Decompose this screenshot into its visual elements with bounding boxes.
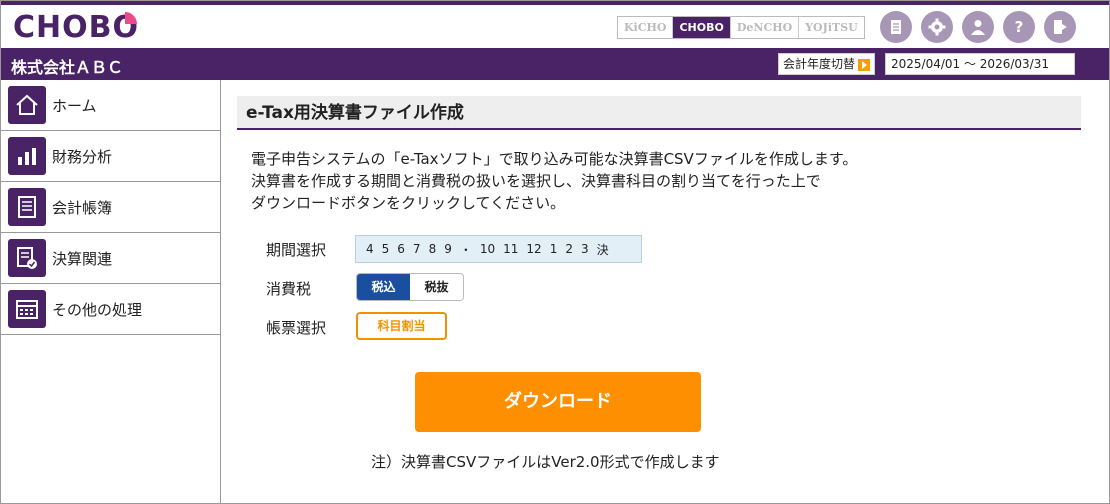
bar-chart-icon <box>8 137 46 175</box>
main-content: e-Tax用決算書ファイル作成 電子申告システムの「e-Taxソフト」で取り込み… <box>221 80 1109 504</box>
sidebar-item-home[interactable]: ホーム <box>1 80 220 131</box>
description-line: 電子申告システムの「e-Taxソフト」で取り込み可能な決算書CSVファイルを作成… <box>251 150 858 168</box>
fiscal-year-range: 2025/04/01 ～ 2026/03/31 <box>885 53 1075 75</box>
period-option[interactable]: 8 <box>425 242 441 256</box>
app-tab-chobo[interactable]: CHOBO <box>673 17 731 38</box>
document-icon[interactable] <box>880 11 912 43</box>
format-note: 注）決算書CSVファイルはVer2.0形式で作成します <box>371 453 720 471</box>
tax-excluded-option[interactable]: 税抜 <box>410 274 463 300</box>
logout-icon[interactable] <box>1044 11 1076 43</box>
app-tab-yojitsu[interactable]: YOJiTSU <box>799 17 864 38</box>
calendar-icon <box>8 290 46 328</box>
period-option[interactable]: 11 <box>499 242 522 256</box>
sidebar-item-settlement[interactable]: 決算関連 <box>1 233 220 284</box>
sidebar-item-ledgers[interactable]: 会計帳簿 <box>1 182 220 233</box>
app-logo: CHOBO <box>13 10 140 45</box>
period-option: ・ <box>459 242 472 257</box>
app-tab-kicho[interactable]: KiCHO <box>618 17 674 38</box>
home-icon <box>8 86 46 124</box>
sidebar-item-label: 財務分析 <box>52 147 113 166</box>
period-option[interactable]: 3 <box>577 242 593 256</box>
app-tab-dencho[interactable]: DeNCHO <box>731 17 800 38</box>
top-accent-bar <box>1 1 1109 5</box>
period-option[interactable]: 10 <box>476 242 499 256</box>
ledger-icon <box>8 188 46 226</box>
period-option[interactable]: 4 <box>362 242 378 256</box>
company-name: 株式会社ＡＢＣ <box>11 58 124 77</box>
sidebar-item-label: 会計帳簿 <box>52 198 113 217</box>
fiscal-year-switch-label: 会計年度切替 <box>783 57 856 71</box>
header-icon-group: ? <box>880 11 1076 43</box>
tax-included-option[interactable]: 税込 <box>357 274 410 300</box>
account-assign-button[interactable]: 科目割当 <box>356 312 447 340</box>
download-button[interactable]: ダウンロード <box>415 372 701 432</box>
help-icon[interactable]: ? <box>1003 11 1035 43</box>
svg-text:?: ? <box>1015 18 1024 36</box>
tax-toggle: 税込 税抜 <box>356 273 464 301</box>
tax-label: 消費税 <box>266 280 312 298</box>
period-option[interactable]: 1 <box>546 242 562 256</box>
description-line: 決算書を作成する期間と消費税の扱いを選択し、決算書科目の割り当てを行った上で <box>251 172 821 190</box>
sidebar-item-other[interactable]: その他の処理 <box>1 284 220 335</box>
period-option[interactable]: 2 <box>561 242 577 256</box>
company-band: 株式会社ＡＢＣ 会計年度切替 2025/04/01 ～ 2026/03/31 <box>1 48 1109 80</box>
period-label: 期間選択 <box>266 241 327 259</box>
period-option[interactable]: 5 <box>378 242 394 256</box>
user-icon[interactable] <box>962 11 994 43</box>
description-line: ダウンロードボタンをクリックしてください。 <box>251 194 566 212</box>
period-option[interactable]: 決 <box>593 241 613 258</box>
period-option[interactable]: 9 <box>440 242 456 256</box>
period-option[interactable]: 6 <box>393 242 409 256</box>
page-description: 電子申告システムの「e-Taxソフト」で取り込み可能な決算書CSVファイルを作成… <box>251 148 857 214</box>
fiscal-year-switch-button[interactable]: 会計年度切替 <box>778 53 876 75</box>
period-option[interactable]: 7 <box>409 242 425 256</box>
settlement-icon <box>8 239 46 277</box>
period-option[interactable]: 12 <box>522 242 545 256</box>
form-label: 帳票選択 <box>266 319 327 337</box>
sidebar-item-label: 決算関連 <box>52 249 113 268</box>
sidebar-item-label: ホーム <box>52 96 97 115</box>
play-arrow-icon <box>858 58 871 71</box>
sidebar: ホーム 財務分析 会計帳簿 決算関連 その他の処理 <box>1 80 221 504</box>
app-switcher: KiCHO CHOBO DeNCHO YOJiTSU <box>617 16 865 39</box>
page-title: e-Tax用決算書ファイル作成 <box>237 96 1081 130</box>
sidebar-item-label: その他の処理 <box>52 300 143 319</box>
gear-icon[interactable] <box>921 11 953 43</box>
period-selector: 4 5 6 7 8 9 ・ 10 11 12 1 2 3 決 <box>355 235 642 263</box>
sidebar-item-financial-analysis[interactable]: 財務分析 <box>1 131 220 182</box>
